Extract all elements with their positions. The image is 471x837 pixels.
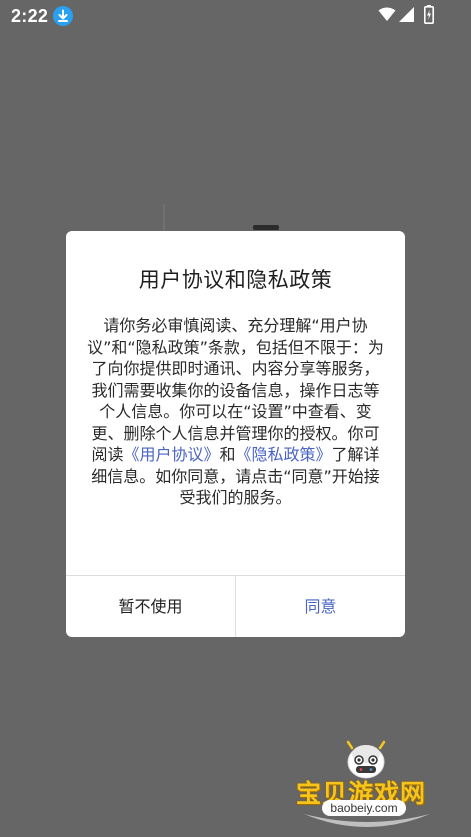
privacy-dialog: 用户协议和隐私政策 请你务必审慎阅读、充分理解“用户协议”和“隐私政策”条款，包… (66, 231, 405, 637)
status-bar: 2:22 (0, 0, 471, 34)
decline-button[interactable]: 暂不使用 (66, 576, 236, 637)
dialog-title: 用户协议和隐私政策 (138, 268, 333, 292)
user-agreement-link[interactable]: 《用户协议》 (123, 445, 219, 464)
dialog-body-text: 请你务必审慎阅读、充分理解“用户协议”和“隐私政策”条款，包括但不限于：为了向你… (87, 316, 384, 464)
dialog-body-and: 和 (219, 445, 236, 464)
watermark-logo: 宝贝游戏网 baobeiy.com (294, 740, 444, 830)
dialog-actions: 暂不使用 同意 (66, 575, 405, 637)
accept-button[interactable]: 同意 (236, 576, 405, 637)
status-time: 2:22 (11, 6, 49, 26)
download-icon (53, 6, 73, 26)
privacy-policy-link[interactable]: 《隐私政策》 (236, 445, 332, 464)
watermark-url: baobeiy.com (322, 800, 406, 816)
wifi-icon (378, 6, 396, 26)
dialog-body: 请你务必审慎阅读、充分理解“用户协议”和“隐私政策”条款，包括但不限于：为了向你… (84, 315, 387, 509)
background-divider (163, 204, 165, 234)
battery-icon (424, 5, 434, 28)
background-handle (253, 225, 279, 230)
signal-icon (397, 6, 415, 27)
